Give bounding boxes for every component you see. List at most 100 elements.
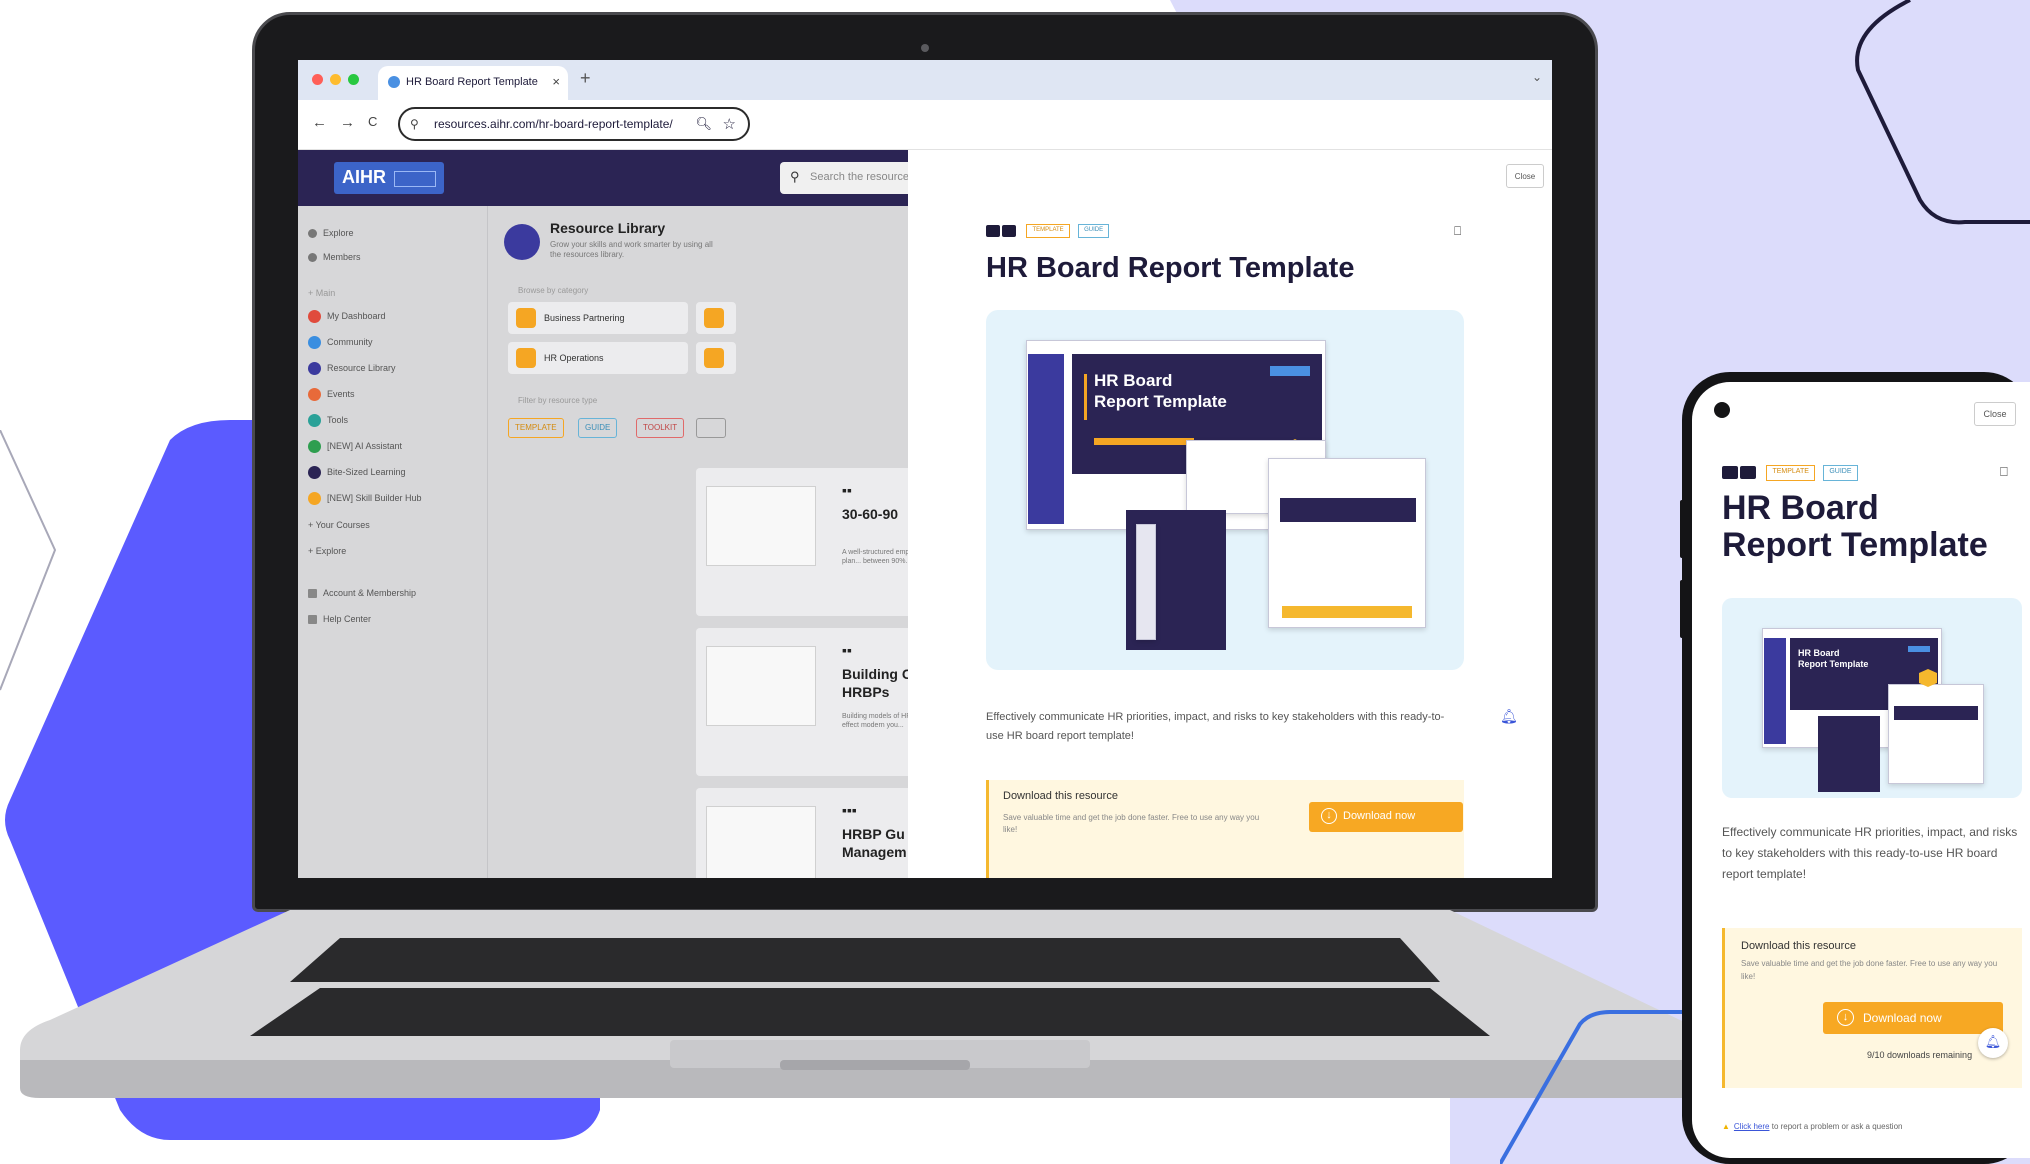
resource-card[interactable]: ▪▪▪ HRBP Gu Managem xyxy=(696,788,908,878)
app-sidebar: Explore Members + Main My Dashboard Comm… xyxy=(298,206,488,878)
resource-title: HR Board Report Template xyxy=(1722,489,1988,565)
sidebar-item-explore-collapse[interactable]: + Explore xyxy=(308,546,346,556)
resource-thumbnail xyxy=(706,806,816,878)
resource-thumbnail xyxy=(706,486,816,566)
report-problem-footer: ▲ Click here to report a problem or ask a… xyxy=(1722,1122,1902,1131)
sidebar-section-main[interactable]: + Main xyxy=(308,288,335,298)
category-business-partnering[interactable]: Business Partnering xyxy=(508,302,688,334)
sidebar-item-account[interactable]: Account & Membership xyxy=(308,588,416,599)
format-icons: ▪▪▪ xyxy=(842,802,857,818)
report-link[interactable]: Click here xyxy=(1734,1122,1770,1131)
download-button[interactable]: ↓ Download now xyxy=(1823,1002,2003,1034)
preview-dashboard-header xyxy=(1280,498,1416,522)
forward-button[interactable]: → xyxy=(340,114,355,131)
tab-close-icon[interactable]: × xyxy=(552,74,560,89)
preview-dashboard-window xyxy=(1268,458,1426,628)
search-icon: ⚲ xyxy=(790,169,800,184)
category-card-partial-2[interactable] xyxy=(696,342,736,374)
resource-title: HR Board Report Template xyxy=(986,252,1355,284)
window-maximize-dot[interactable] xyxy=(348,74,359,85)
back-button[interactable]: ← xyxy=(312,114,327,131)
doc-format-icon xyxy=(1002,224,1016,237)
tab-title: HR Board Report Template xyxy=(406,76,538,88)
tab-menu-chevron-icon[interactable]: ⌄ xyxy=(1532,70,1542,84)
sidebar-item-skill-builder[interactable]: [NEW] Skill Builder Hub xyxy=(308,492,422,505)
resource-card[interactable]: ▪▪ Building CHRBPs Building models of HR… xyxy=(696,628,908,776)
search-placeholder: Search the resource xyxy=(810,171,908,183)
tag-guide: GUIDE xyxy=(1078,223,1110,238)
resource-preview-image: HR Board Report Template xyxy=(986,310,1464,670)
tag-template: TEMPLATE xyxy=(1766,464,1815,481)
chip-partial[interactable] xyxy=(696,418,726,438)
download-button[interactable]: ↓ Download now xyxy=(1309,802,1463,832)
bookmark-icon[interactable]: ⎕ xyxy=(1454,224,1461,239)
site-info-icon[interactable]: ⚲ xyxy=(410,117,419,131)
preview-dashboard-header xyxy=(1894,706,1978,720)
phone-volume-button xyxy=(1680,500,1684,558)
resource-card-title: Building C HRBPs xyxy=(842,666,908,700)
browser-tab-active[interactable]: HR Board Report Template × xyxy=(378,66,568,100)
search-icon[interactable]: 🔍︎ xyxy=(695,116,712,132)
sidebar-item-your-courses[interactable]: + Your Courses xyxy=(308,520,370,530)
url-text: resources.aihr.com/hr-board-report-templ… xyxy=(434,117,673,131)
phone-screen: Close TEMPLATE GUIDE ⎕ HR Board Report T… xyxy=(1692,382,2030,1158)
chip-template[interactable]: TEMPLATE xyxy=(508,418,564,438)
close-button[interactable]: Close xyxy=(1506,164,1544,188)
app-search-input[interactable]: ⚲ Search the resource xyxy=(780,162,908,194)
category-hr-operations[interactable]: HR Operations xyxy=(508,342,688,374)
aihr-logo[interactable]: AIHR xyxy=(334,162,444,194)
phone-camera xyxy=(1714,402,1730,418)
app-main: Resource Library Grow your skills and wo… xyxy=(488,206,908,878)
sidebar-item-tools[interactable]: Tools xyxy=(308,414,348,427)
reload-button[interactable]: C xyxy=(368,114,377,129)
outline-hexagon-top-right-shape xyxy=(1855,0,2030,225)
preview-dashboard-footer xyxy=(1282,606,1412,618)
aihr-favicon-icon xyxy=(388,76,400,88)
window-close-dot[interactable] xyxy=(312,74,323,85)
preview-sidebar xyxy=(1764,638,1786,744)
resource-card-desc: Building models of HRBPs to effect moder… xyxy=(842,713,908,730)
sidebar-item-members[interactable]: Members xyxy=(308,252,361,263)
category-card-partial[interactable] xyxy=(696,302,736,334)
preview-heading-line2: Report Template xyxy=(1094,392,1227,412)
download-button-label: Download now xyxy=(1863,1011,1942,1025)
laptop-camera xyxy=(921,44,929,52)
chip-guide[interactable]: GUIDE xyxy=(578,418,618,438)
resource-description: Effectively communicate HR priorities, i… xyxy=(1722,825,2018,881)
preview-thumbs xyxy=(1136,524,1156,640)
resource-card-title: 30-60-90 xyxy=(842,506,899,522)
sidebar-item-dashboard[interactable]: My Dashboard xyxy=(308,310,386,323)
library-title: Resource Library xyxy=(550,220,666,236)
resource-card[interactable]: ▪▪ 30-60-90 A well-structured employee p… xyxy=(696,468,908,616)
sidebar-item-help[interactable]: Help Center xyxy=(308,614,371,625)
tag-guide: GUIDE xyxy=(1823,464,1858,481)
preview-heading-line1: HR Board xyxy=(1094,371,1173,390)
sidebar-item-ai-assistant[interactable]: [NEW] AI Assistant xyxy=(308,440,402,453)
star-icon[interactable]: ☆ xyxy=(723,115,736,133)
chip-toolkit[interactable]: TOOLKIT xyxy=(636,418,685,438)
close-button[interactable]: Close xyxy=(1974,402,2016,426)
logo-tagline-box xyxy=(394,171,436,187)
notification-bell-icon[interactable]: 🔔︎ xyxy=(1978,1028,2008,1058)
new-tab-button[interactable]: + xyxy=(580,68,591,89)
bookmark-icon[interactable]: ⎕ xyxy=(2000,464,2008,480)
sidebar-item-events[interactable]: Events xyxy=(308,388,355,401)
sidebar-item-bite-sized[interactable]: Bite-Sized Learning xyxy=(308,466,406,479)
preview-dashboard-window xyxy=(1888,684,1984,784)
doc-format-icon xyxy=(1740,466,1756,480)
window-minimize-dot[interactable] xyxy=(330,74,341,85)
category-label: Browse by category xyxy=(518,286,589,295)
address-bar[interactable]: ⚲ resources.aihr.com/hr-board-report-tem… xyxy=(398,107,750,141)
download-title: Download this resource xyxy=(1003,790,1118,802)
preview-heading-line1: HR Board xyxy=(1798,648,1840,658)
preview-hexagon-shape xyxy=(1919,669,1937,687)
tag-template: TEMPLATE xyxy=(1026,223,1070,238)
download-icon: ↓ xyxy=(1321,808,1337,824)
slides-format-icon xyxy=(1722,466,1738,480)
browser-tab-bar: HR Board Report Template × + ⌄ xyxy=(298,60,1552,100)
sidebar-item-explore[interactable]: Explore xyxy=(308,228,354,239)
sidebar-item-community[interactable]: Community xyxy=(308,336,373,349)
notification-bell-icon[interactable]: 🔔︎ xyxy=(1500,708,1518,725)
resource-description: Effectively communicate HR priorities, i… xyxy=(986,711,1445,743)
sidebar-item-resource-library[interactable]: Resource Library xyxy=(308,362,396,375)
